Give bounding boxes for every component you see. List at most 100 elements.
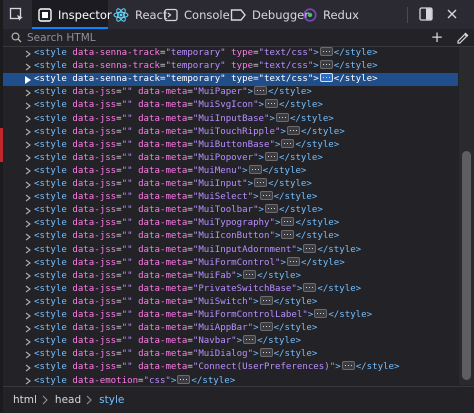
collapsed-content-badge[interactable] bbox=[259, 191, 273, 201]
tab-react[interactable]: React bbox=[113, 0, 167, 29]
attribute-value[interactable]: "" bbox=[122, 114, 133, 124]
collapsed-content-badge[interactable] bbox=[259, 322, 273, 332]
collapsed-content-badge[interactable] bbox=[243, 335, 257, 345]
tab-console[interactable]: Console bbox=[164, 0, 230, 29]
attribute-value[interactable]: "" bbox=[122, 362, 133, 372]
collapsed-content-badge[interactable] bbox=[281, 230, 295, 240]
attribute-value[interactable]: "text/css" bbox=[259, 74, 314, 84]
tab-redux[interactable]: Redux bbox=[303, 0, 359, 29]
element-picker-button[interactable] bbox=[9, 7, 25, 23]
markup-node-row[interactable]: <style data-jss="" data-meta="MuiFormCon… bbox=[3, 256, 458, 270]
attribute-name[interactable]: data-jss bbox=[72, 336, 116, 346]
markup-node-row[interactable]: <style data-jss="" data-meta="MuiAppBar"… bbox=[3, 322, 458, 335]
attribute-value[interactable]: "" bbox=[122, 100, 133, 110]
breadcrumb-item-html[interactable]: html bbox=[11, 394, 39, 406]
attribute-name[interactable]: data-jss bbox=[72, 140, 116, 150]
attribute-name[interactable]: data-meta bbox=[138, 205, 187, 215]
markup-node-row[interactable]: <style data-jss="" data-meta="MuiFab"> </… bbox=[3, 269, 458, 283]
expand-twisty-icon[interactable] bbox=[24, 375, 32, 386]
expand-twisty-icon[interactable] bbox=[24, 191, 32, 204]
expand-twisty-icon[interactable] bbox=[24, 217, 32, 230]
expand-twisty-icon[interactable] bbox=[24, 86, 32, 99]
markup-node-row[interactable]: <style data-jss="" data-meta="MuiSelect"… bbox=[3, 191, 458, 204]
attribute-value[interactable]: "temporary" bbox=[165, 48, 225, 58]
attribute-value[interactable]: "" bbox=[122, 205, 133, 215]
attribute-name[interactable]: type bbox=[231, 61, 253, 71]
markup-node-row[interactable]: <style data-jss="" data-meta="PrivateSwi… bbox=[3, 282, 458, 296]
attribute-value[interactable]: "" bbox=[122, 271, 133, 281]
markup-node-row[interactable]: <style data-senna-track="temporary" type… bbox=[3, 73, 458, 87]
attribute-value[interactable]: "" bbox=[122, 87, 133, 97]
expand-twisty-icon[interactable] bbox=[24, 283, 32, 296]
attribute-name[interactable]: type bbox=[231, 48, 253, 58]
attribute-name[interactable]: data-jss bbox=[72, 87, 116, 97]
attribute-name[interactable]: data-meta bbox=[138, 231, 187, 241]
attribute-name[interactable]: data-senna-track bbox=[72, 74, 160, 84]
tab-debugger[interactable]: Debugger bbox=[230, 0, 309, 29]
attribute-name[interactable]: data-jss bbox=[72, 349, 116, 359]
attribute-name[interactable]: data-jss bbox=[72, 114, 116, 124]
attribute-value[interactable]: "" bbox=[122, 258, 133, 268]
expand-twisty-icon[interactable] bbox=[24, 244, 32, 257]
attribute-value[interactable]: "temporary" bbox=[165, 61, 225, 71]
expand-twisty-icon[interactable] bbox=[24, 322, 32, 335]
attribute-name[interactable]: data-meta bbox=[138, 87, 187, 97]
expand-twisty-icon[interactable] bbox=[24, 309, 32, 322]
markup-node-row[interactable]: <style data-senna-track="temporary" type… bbox=[3, 47, 458, 60]
attribute-value[interactable]: "MuiToolbar" bbox=[193, 205, 259, 215]
markup-node-row[interactable]: <style data-jss="" data-meta="MuiButtonB… bbox=[3, 138, 458, 152]
attribute-value[interactable]: "" bbox=[122, 245, 133, 255]
attribute-value[interactable]: "" bbox=[122, 179, 133, 189]
attribute-name[interactable]: type bbox=[231, 74, 253, 84]
collapsed-content-badge[interactable] bbox=[259, 295, 273, 305]
attribute-name[interactable]: data-meta bbox=[138, 140, 187, 150]
add-node-button[interactable]: + bbox=[430, 29, 444, 46]
attribute-value[interactable]: "PrivateSwitchBase" bbox=[193, 284, 297, 294]
expand-twisty-icon[interactable] bbox=[24, 99, 32, 112]
attribute-name[interactable]: data-jss bbox=[72, 218, 116, 228]
markup-node-row[interactable]: <style data-jss="" data-meta="MuiFormCon… bbox=[3, 309, 458, 322]
attribute-name[interactable]: data-jss bbox=[72, 323, 116, 333]
attribute-value[interactable]: "MuiInputAdornment" bbox=[193, 245, 297, 255]
markup-node-row[interactable]: <style data-jss="" data-meta="MuiIconBut… bbox=[3, 230, 458, 243]
attribute-value[interactable]: "" bbox=[122, 310, 133, 320]
attribute-value[interactable]: "" bbox=[122, 336, 133, 346]
search-html-input[interactable] bbox=[27, 29, 407, 46]
attribute-name[interactable]: data-jss bbox=[72, 231, 116, 241]
collapsed-content-badge[interactable] bbox=[281, 217, 295, 227]
attribute-name[interactable]: data-jss bbox=[72, 245, 116, 255]
collapsed-content-badge[interactable] bbox=[254, 178, 268, 187]
collapsed-content-badge[interactable] bbox=[243, 269, 257, 279]
attribute-name[interactable]: data-jss bbox=[72, 205, 116, 215]
markup-node-row[interactable]: <style data-jss="" data-meta="MuiPaper">… bbox=[3, 86, 458, 99]
expand-twisty-icon[interactable] bbox=[24, 152, 32, 165]
attribute-value[interactable]: "Navbar" bbox=[193, 336, 237, 346]
expand-twisty-icon[interactable] bbox=[24, 60, 32, 73]
expand-twisty-icon[interactable] bbox=[24, 165, 32, 178]
attribute-name[interactable]: data-jss bbox=[72, 192, 116, 202]
collapsed-content-badge[interactable] bbox=[319, 60, 333, 70]
attribute-value[interactable]: "temporary" bbox=[165, 74, 225, 84]
markup-scrollbar-thumb[interactable] bbox=[462, 151, 471, 380]
attribute-value[interactable]: "MuiButtonBase" bbox=[193, 140, 275, 150]
attribute-name[interactable]: data-jss bbox=[72, 258, 116, 268]
attribute-name[interactable]: data-jss bbox=[72, 297, 116, 307]
attribute-value[interactable]: "MuiSelect" bbox=[193, 192, 253, 202]
expand-twisty-icon[interactable] bbox=[24, 361, 32, 374]
attribute-value[interactable]: "" bbox=[122, 153, 133, 163]
expand-twisty-icon[interactable] bbox=[24, 296, 32, 309]
markup-node-row[interactable]: <style data-jss="" data-meta="MuiDialog"… bbox=[3, 348, 458, 361]
expand-twisty-icon[interactable] bbox=[24, 230, 32, 243]
attribute-name[interactable]: data-jss bbox=[72, 271, 116, 281]
attribute-value[interactable]: "" bbox=[122, 140, 133, 150]
attribute-value[interactable]: "MuiPopover" bbox=[193, 153, 259, 163]
expand-twisty-icon[interactable] bbox=[24, 139, 32, 152]
attribute-value[interactable]: "MuiSwitch" bbox=[193, 297, 253, 307]
markup-node-row[interactable]: <style data-emotion="css"> </style> bbox=[3, 374, 458, 386]
expand-twisty-icon[interactable] bbox=[24, 257, 32, 270]
attribute-value[interactable]: "" bbox=[122, 297, 133, 307]
collapsed-content-badge[interactable] bbox=[303, 243, 317, 253]
markup-node-row[interactable]: <style data-jss="" data-meta="MuiInputAd… bbox=[3, 243, 458, 257]
collapsed-content-badge[interactable] bbox=[177, 374, 191, 384]
attribute-name[interactable]: data-meta bbox=[138, 336, 187, 346]
